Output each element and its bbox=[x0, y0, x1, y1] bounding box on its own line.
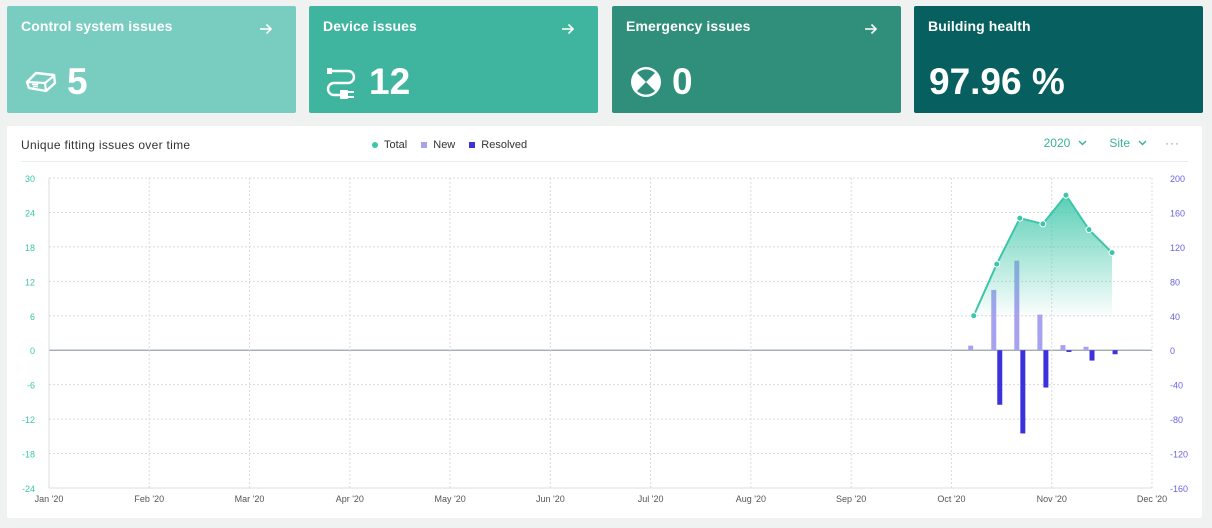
y-left-tick-label: 6 bbox=[30, 312, 35, 322]
total-point bbox=[993, 260, 1001, 268]
issues-chart-panel: Unique fitting issues over time Total Ne… bbox=[7, 126, 1202, 518]
chart-axes: 30 24 18 12 6 0 -6 -12 -18 -24 200 160 120 80 40 0 -40 -8… bbox=[22, 174, 1188, 504]
total-point bbox=[1039, 220, 1047, 228]
x-tick-label: Jul '20 bbox=[638, 494, 664, 504]
total-point bbox=[1108, 249, 1116, 257]
y-left-tick-label: -24 bbox=[22, 484, 35, 494]
y-right-tick-label: 160 bbox=[1170, 208, 1185, 218]
y-right-tick-label: -40 bbox=[1170, 381, 1183, 391]
x-tick-label: Feb '20 bbox=[134, 494, 164, 504]
chart-grid bbox=[48, 177, 1153, 489]
x-tick-label: May '20 bbox=[434, 494, 465, 504]
bar-new bbox=[968, 345, 974, 351]
emergency-icon bbox=[626, 62, 666, 102]
y-left-tick-label: 18 bbox=[25, 243, 35, 253]
total-area bbox=[973, 195, 1113, 316]
x-tick-label: Nov '20 bbox=[1037, 494, 1067, 504]
total-point bbox=[1062, 191, 1070, 199]
bar-resolved bbox=[1112, 350, 1118, 355]
y-right-tick-label: -80 bbox=[1170, 415, 1183, 425]
y-right-tick-label: 200 bbox=[1170, 174, 1185, 184]
bar-resolved bbox=[1020, 350, 1026, 434]
x-tick-label: Dec '20 bbox=[1137, 494, 1167, 504]
y-right-tick-label: 120 bbox=[1170, 243, 1185, 253]
y-right-tick-label: -120 bbox=[1170, 450, 1188, 460]
plug-icon bbox=[323, 62, 363, 102]
y-right-tick-label: 80 bbox=[1170, 277, 1180, 287]
y-left-tick-label: 30 bbox=[25, 174, 35, 184]
card-value: 5 bbox=[67, 61, 88, 102]
x-tick-label: Mar '20 bbox=[235, 494, 265, 504]
bar-resolved bbox=[1043, 350, 1049, 388]
x-tick-label: Sep '20 bbox=[836, 494, 866, 504]
total-point bbox=[1085, 226, 1093, 234]
total-point bbox=[1016, 214, 1024, 222]
issues-chart: 30 24 18 12 6 0 -6 -12 -18 -24 200 160 120 80 40 0 -40 -8… bbox=[22, 174, 1188, 504]
y-right-tick-label: -160 bbox=[1170, 484, 1188, 494]
y-left-tick-label: 24 bbox=[25, 208, 35, 218]
chart-area bbox=[970, 191, 1116, 320]
y-left-tick-label: 12 bbox=[25, 277, 35, 287]
x-tick-label: Aug '20 bbox=[736, 494, 766, 504]
arrow-right-icon[interactable] bbox=[863, 21, 879, 37]
card-title: Device issues bbox=[323, 18, 417, 34]
card-control-system-issues[interactable]: Control system issues 5 bbox=[7, 6, 296, 113]
bar-resolved bbox=[1089, 350, 1095, 361]
total-point bbox=[970, 312, 978, 320]
x-tick-label: Apr '20 bbox=[336, 494, 364, 504]
y-left-tick-label: -6 bbox=[27, 381, 35, 391]
bar-new bbox=[1037, 314, 1043, 351]
card-emergency-issues[interactable]: Emergency issues 0 bbox=[612, 6, 901, 113]
x-tick-label: Jan '20 bbox=[35, 494, 64, 504]
card-value: 12 bbox=[369, 61, 411, 102]
y-left-tick-label: -18 bbox=[22, 450, 35, 460]
x-tick-label: Oct '20 bbox=[937, 494, 965, 504]
y-left-tick-label: -12 bbox=[22, 415, 35, 425]
card-device-issues[interactable]: Device issues 12 bbox=[309, 6, 598, 113]
card-title: Control system issues bbox=[21, 18, 173, 34]
bar-resolved bbox=[997, 350, 1003, 405]
bar-new bbox=[1083, 346, 1089, 351]
arrow-right-icon[interactable] bbox=[258, 21, 274, 37]
card-value: 97.96 % bbox=[929, 61, 1065, 102]
y-right-tick-label: 0 bbox=[1170, 346, 1175, 356]
card-value: 0 bbox=[672, 61, 693, 102]
controller-icon bbox=[21, 62, 61, 102]
bar-resolved bbox=[1066, 350, 1072, 352]
arrow-right-icon[interactable] bbox=[560, 21, 576, 37]
card-title: Building health bbox=[928, 18, 1031, 34]
bar-new bbox=[1060, 345, 1066, 351]
card-title: Emergency issues bbox=[626, 18, 751, 34]
y-left-tick-label: 0 bbox=[30, 346, 35, 356]
card-building-health: Building health 97.96 % bbox=[914, 6, 1203, 113]
y-right-tick-label: 40 bbox=[1170, 312, 1180, 322]
x-tick-label: Jun '20 bbox=[536, 494, 565, 504]
